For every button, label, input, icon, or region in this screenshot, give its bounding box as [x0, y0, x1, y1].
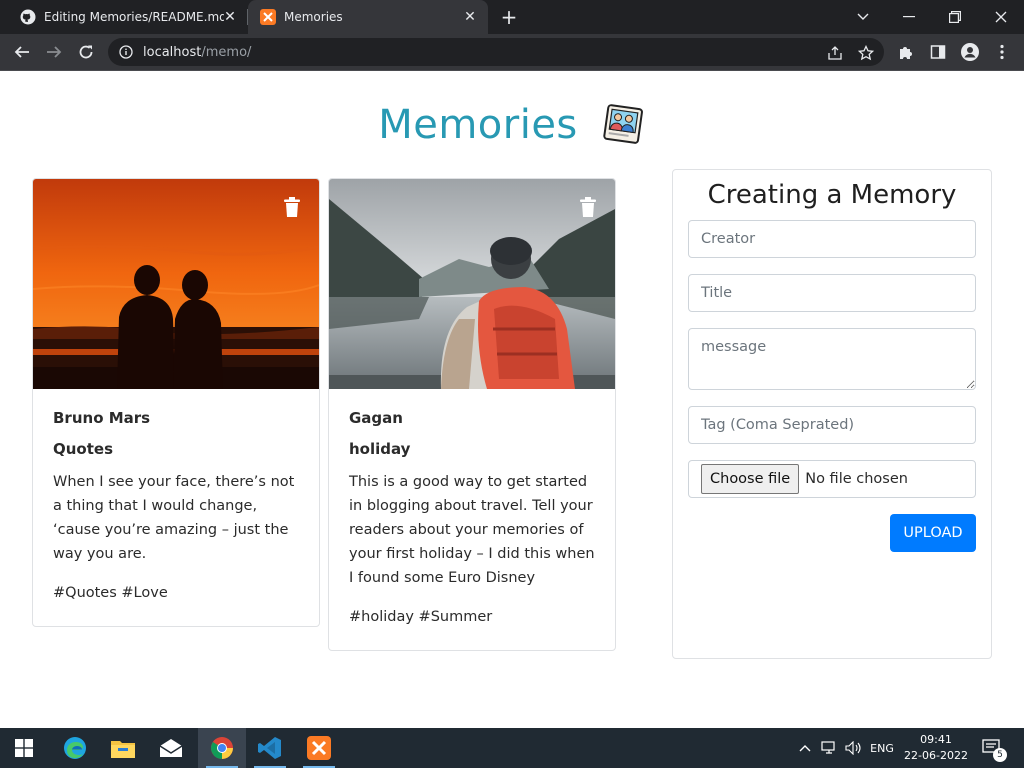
memory-card-body: Bruno Mars Quotes When I see your face, … — [53, 407, 303, 604]
memory-image — [329, 179, 615, 389]
memory-creator: Gagan — [349, 409, 403, 427]
volume-icon[interactable] — [844, 728, 864, 768]
github-icon — [20, 9, 36, 25]
forward-arrow-icon[interactable] — [42, 40, 66, 64]
page-content: Memories Bruno Mars Quotes When I see yo… — [0, 71, 1024, 728]
message-textarea[interactable] — [688, 328, 976, 390]
memory-creator: Bruno Mars — [53, 409, 151, 427]
create-memory-form: Creating a Memory Choose file No file ch… — [672, 169, 992, 659]
side-panel-icon[interactable] — [926, 40, 950, 64]
clock-time: 09:41 — [920, 733, 952, 746]
url-host: localhost — [143, 44, 202, 60]
memory-image — [33, 179, 319, 389]
address-bar[interactable]: localhost/memo/ — [108, 38, 884, 66]
new-tab-button[interactable]: + — [498, 6, 520, 28]
tab-label: Editing Memories/README.md at — [44, 10, 224, 24]
restore-button[interactable] — [932, 0, 978, 34]
extensions-icon[interactable] — [894, 40, 918, 64]
browser-toolbar: localhost/memo/ — [0, 34, 1024, 71]
tab-label: Memories — [284, 10, 343, 24]
edge-browser-icon[interactable] — [51, 728, 99, 768]
url-text: localhost/memo/ — [143, 45, 251, 60]
vscode-icon[interactable] — [246, 728, 294, 768]
upload-button[interactable]: UPLOAD — [890, 514, 976, 552]
xampp-icon — [260, 9, 276, 25]
tab-readme[interactable]: Editing Memories/README.md at ✕ — [0, 0, 248, 34]
mail-icon[interactable] — [147, 728, 195, 768]
close-tab-icon[interactable]: ✕ — [462, 9, 478, 25]
tab-search-icon[interactable] — [840, 0, 886, 34]
memory-message: When I see your face, there’s not a thin… — [53, 474, 295, 562]
notification-count: 5 — [993, 748, 1007, 762]
chevron-up-icon[interactable] — [796, 728, 814, 768]
reload-icon[interactable] — [74, 40, 98, 64]
memory-title: Quotes — [53, 440, 114, 458]
menu-kebab-icon[interactable] — [990, 40, 1014, 64]
form-heading: Creating a Memory — [707, 180, 957, 210]
tab-memories[interactable]: Memories ✕ — [248, 0, 488, 34]
memory-title: holiday — [349, 440, 411, 458]
choose-file-button[interactable]: Choose file — [701, 464, 800, 494]
info-icon[interactable] — [119, 45, 133, 59]
delete-trash-icon[interactable] — [283, 197, 301, 217]
share-icon[interactable] — [826, 44, 844, 62]
title-input[interactable] — [688, 274, 976, 312]
notification-icon[interactable]: 5 — [978, 728, 1008, 768]
close-window-button[interactable] — [978, 0, 1024, 34]
delete-trash-icon[interactable] — [579, 197, 597, 217]
system-clock[interactable]: 09:41 22-06-2022 — [900, 732, 972, 764]
clock-date: 22-06-2022 — [904, 749, 968, 762]
url-path: /memo/ — [201, 44, 252, 60]
close-tab-icon[interactable]: ✕ — [222, 9, 238, 25]
memory-tags: #Quotes #Love — [53, 585, 168, 601]
memory-message: This is a good way to get started in blo… — [349, 474, 595, 586]
photo-frame-icon — [600, 104, 646, 146]
memory-card-body: Gagan holiday This is a good way to get … — [349, 407, 599, 628]
file-input: Choose file No file chosen — [688, 460, 976, 498]
back-arrow-icon[interactable] — [10, 40, 34, 64]
memory-card: Bruno Mars Quotes When I see your face, … — [32, 178, 320, 627]
chrome-icon[interactable] — [198, 728, 246, 768]
minimize-button[interactable] — [886, 0, 932, 34]
page-title: Memories — [378, 102, 578, 148]
browser-tab-bar: Editing Memories/README.md at ✕ Memories… — [0, 0, 1024, 34]
app-header: Memories — [0, 95, 1024, 155]
xampp-taskbar-icon[interactable] — [295, 728, 343, 768]
file-explorer-icon[interactable] — [99, 728, 147, 768]
memory-card: Gagan holiday This is a good way to get … — [328, 178, 616, 651]
bookmark-star-icon[interactable] — [857, 44, 875, 62]
taskbar: ENG 09:41 22-06-2022 5 — [0, 728, 1024, 768]
tags-input[interactable] — [688, 406, 976, 444]
memory-tags: #holiday #Summer — [349, 609, 493, 625]
profile-avatar-icon[interactable] — [958, 40, 982, 64]
file-status: No file chosen — [805, 471, 908, 487]
creator-input[interactable] — [688, 220, 976, 258]
windows-start-icon[interactable] — [0, 728, 48, 768]
language-indicator[interactable]: ENG — [866, 728, 898, 768]
network-icon[interactable] — [820, 728, 840, 768]
